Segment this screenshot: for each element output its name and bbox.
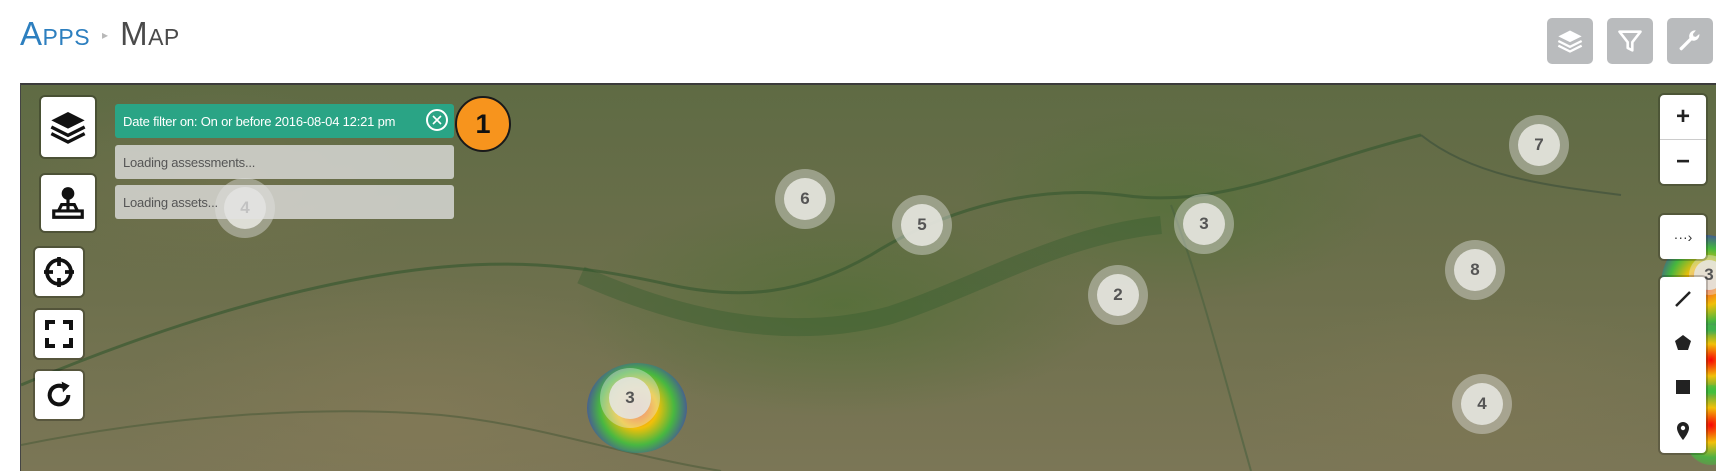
cluster-count: 5 <box>901 204 943 246</box>
crosshair-icon <box>44 257 74 287</box>
cluster-count: 8 <box>1454 249 1496 291</box>
marker-icon <box>1677 422 1689 440</box>
map-cluster[interactable]: 7 <box>1509 115 1569 175</box>
filter-button[interactable] <box>1607 18 1653 64</box>
layers-control[interactable] <box>41 97 95 157</box>
fullscreen-icon <box>45 320 73 348</box>
draw-toolbar <box>1660 277 1706 453</box>
joystick-icon <box>52 187 84 219</box>
cluster-count: 7 <box>1518 124 1560 166</box>
loading-assets-bar: Loading assets... <box>115 185 454 219</box>
map-cluster[interactable]: 6 <box>775 169 835 229</box>
refresh-icon <box>47 381 71 407</box>
cluster-count: 4 <box>1461 383 1503 425</box>
map-cluster[interactable]: 3 <box>1174 194 1234 254</box>
polygon-icon <box>1675 335 1691 350</box>
filter-icon <box>1618 30 1642 52</box>
close-icon <box>432 115 442 125</box>
map-cluster[interactable]: 2 <box>1088 265 1148 325</box>
draw-polygon-button[interactable] <box>1660 321 1706 365</box>
cluster-count: 3 <box>1183 203 1225 245</box>
clear-date-filter-button[interactable] <box>426 109 448 131</box>
draw-marker-button[interactable] <box>1660 409 1706 453</box>
loading-assessments-text: Loading assessments... <box>123 154 256 170</box>
cluster-count: 6 <box>784 178 826 220</box>
draw-line-button[interactable] <box>1660 277 1706 321</box>
annotation-badge: 1 <box>455 96 511 152</box>
date-filter-text: Date filter on: On or before 2016-08-04 … <box>123 113 396 129</box>
loading-assessments-bar: Loading assessments... <box>115 145 454 179</box>
top-toolbar <box>1547 18 1713 64</box>
draw-rectangle-button[interactable] <box>1660 365 1706 409</box>
cluster-count: 2 <box>1097 274 1139 316</box>
refresh-control[interactable] <box>35 371 83 419</box>
page-title: Map <box>120 15 180 52</box>
zoom-control: + − <box>1660 95 1706 184</box>
cluster-count: 3 <box>609 377 651 419</box>
map-cluster[interactable]: 4 <box>1452 374 1512 434</box>
map-canvas[interactable]: 4 6 5 3 2 7 8 3 4 3 <box>20 83 1716 471</box>
layers-icon <box>50 112 86 144</box>
breadcrumb: Apps ▸ Map <box>20 14 180 54</box>
zoom-out-button[interactable]: − <box>1660 139 1706 184</box>
line-icon <box>1675 291 1691 307</box>
date-filter-bar: Date filter on: On or before 2016-08-04 … <box>115 104 454 138</box>
fullscreen-control[interactable] <box>35 310 83 358</box>
locate-control[interactable] <box>35 248 83 296</box>
settings-button[interactable] <box>1667 18 1713 64</box>
expand-toolbar-button[interactable]: ···› <box>1660 215 1706 259</box>
loading-assets-text: Loading assets... <box>123 194 218 210</box>
map-cluster[interactable]: 8 <box>1445 240 1505 300</box>
map-cluster[interactable]: 5 <box>892 195 952 255</box>
rectangle-icon <box>1676 380 1690 394</box>
breadcrumb-separator: ▸ <box>102 28 109 42</box>
breadcrumb-apps-link[interactable]: Apps <box>20 14 90 54</box>
map-cluster[interactable]: 3 <box>600 368 660 428</box>
layers-icon <box>1557 30 1583 53</box>
assets-control[interactable] <box>41 175 95 231</box>
wrench-icon <box>1679 30 1700 51</box>
layers-toggle-button[interactable] <box>1547 18 1593 64</box>
zoom-in-button[interactable]: + <box>1660 95 1706 139</box>
